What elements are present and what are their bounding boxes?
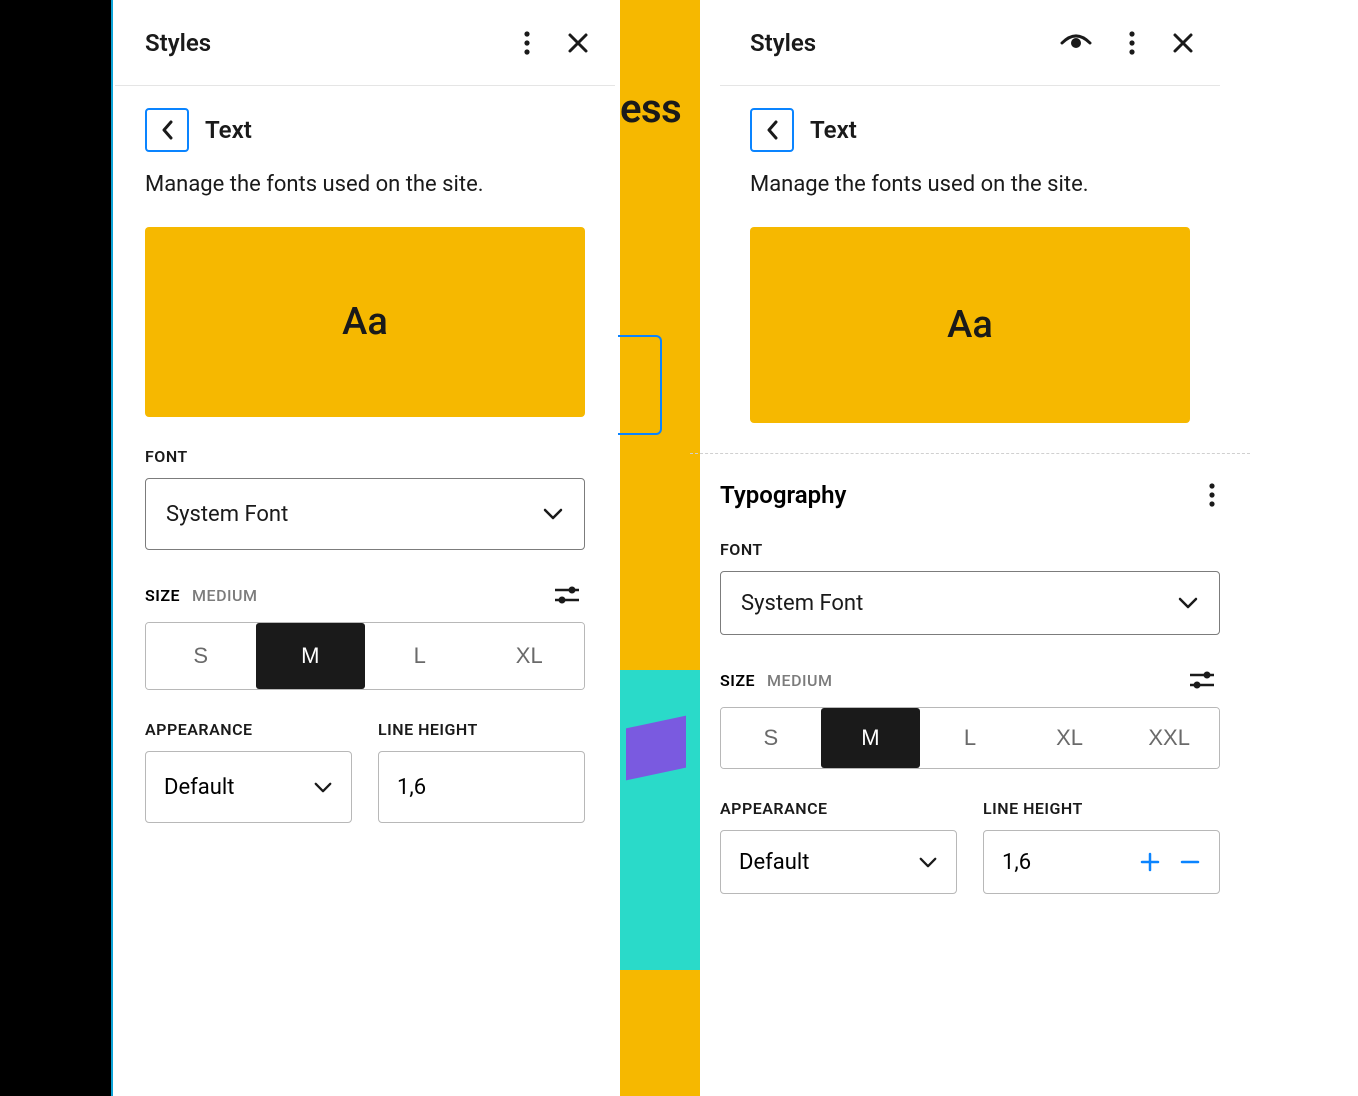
section-title: Text	[810, 116, 857, 144]
typography-heading: Typography	[720, 481, 846, 509]
lineheight-value: 1,6	[397, 775, 426, 800]
more-vertical-icon	[523, 30, 531, 56]
size-option-s[interactable]: S	[721, 708, 821, 768]
font-select[interactable]: System Font	[145, 478, 585, 550]
typography-preview: Aa	[145, 227, 585, 417]
lineheight-label: LINE HEIGHT	[378, 720, 585, 739]
font-select[interactable]: System Font	[720, 571, 1220, 635]
lineheight-decrease-button[interactable]	[1179, 851, 1201, 873]
appearance-label: APPEARANCE	[720, 799, 957, 818]
preview-sample-text: Aa	[342, 300, 388, 344]
more-vertical-icon	[1208, 482, 1216, 508]
close-button[interactable]	[1168, 28, 1198, 58]
size-option-xl[interactable]: XL	[475, 623, 585, 689]
panel-title: Styles	[145, 29, 211, 57]
appearance-label: APPEARANCE	[145, 720, 352, 739]
size-option-xl[interactable]: XL	[1020, 708, 1120, 768]
size-value: MEDIUM	[192, 586, 257, 605]
close-icon	[1172, 32, 1194, 54]
size-option-m[interactable]: M	[821, 708, 921, 768]
size-label: SIZE	[720, 671, 755, 690]
editor-black-sidebar	[0, 0, 113, 1096]
background-selection-outline	[618, 335, 662, 435]
font-selected-value: System Font	[741, 591, 863, 616]
eye-icon	[1060, 33, 1092, 53]
appearance-value: Default	[739, 850, 809, 875]
panel-title: Styles	[750, 29, 816, 57]
typography-more-button[interactable]	[1204, 478, 1220, 512]
size-option-m[interactable]: M	[256, 623, 366, 689]
size-label: SIZE	[145, 586, 180, 605]
more-vertical-icon	[1128, 30, 1136, 56]
close-icon	[567, 32, 589, 54]
chevron-left-icon	[160, 119, 174, 141]
chevron-down-icon	[542, 507, 564, 521]
back-button[interactable]	[145, 108, 189, 152]
lineheight-label: LINE HEIGHT	[983, 799, 1220, 818]
preview-sample-text: Aa	[947, 303, 993, 347]
section-description: Manage the fonts used on the site.	[145, 172, 585, 197]
lineheight-input[interactable]: 1,6	[378, 751, 585, 823]
minus-icon	[1179, 851, 1201, 873]
style-book-button[interactable]	[1056, 29, 1096, 57]
size-option-l[interactable]: L	[365, 623, 475, 689]
panel-header: Styles	[115, 0, 615, 86]
styles-panel-left: Styles Text Manage the fonts used on the…	[115, 0, 615, 1096]
sliders-icon	[1188, 669, 1216, 691]
font-label: FONT	[145, 447, 585, 466]
chevron-down-icon	[1177, 596, 1199, 610]
back-button[interactable]	[750, 108, 794, 152]
font-selected-value: System Font	[166, 502, 288, 527]
lineheight-value: 1,6	[1002, 850, 1031, 875]
appearance-value: Default	[164, 775, 234, 800]
more-menu-button[interactable]	[519, 26, 535, 60]
plus-icon	[1139, 851, 1161, 873]
background-partial-text: ess	[620, 85, 681, 132]
section-title: Text	[205, 116, 252, 144]
appearance-select[interactable]: Default	[145, 751, 352, 823]
section-description: Manage the fonts used on the site.	[750, 172, 1190, 197]
lineheight-input[interactable]: 1,6	[983, 830, 1220, 894]
size-segmented-control: SMLXL	[145, 622, 585, 690]
sliders-icon	[553, 584, 581, 606]
size-option-s[interactable]: S	[146, 623, 256, 689]
chevron-left-icon	[765, 119, 779, 141]
size-settings-button[interactable]	[549, 580, 585, 610]
size-settings-button[interactable]	[1184, 665, 1220, 695]
chevron-down-icon	[313, 781, 333, 794]
size-value: MEDIUM	[767, 671, 832, 690]
more-menu-button[interactable]	[1124, 26, 1140, 60]
panel-header: Styles	[720, 0, 1220, 86]
appearance-select[interactable]: Default	[720, 830, 957, 894]
lineheight-increase-button[interactable]	[1139, 851, 1161, 873]
size-segmented-control: SMLXLXXL	[720, 707, 1220, 769]
background-teal-block	[620, 670, 700, 970]
size-option-l[interactable]: L	[920, 708, 1020, 768]
typography-preview: Aa	[750, 227, 1190, 423]
font-label: FONT	[720, 540, 1220, 559]
close-button[interactable]	[563, 28, 593, 58]
styles-panel-right: Styles Text Manage the fonts us	[720, 0, 1220, 1096]
chevron-down-icon	[918, 856, 938, 869]
size-option-xxl[interactable]: XXL	[1119, 708, 1219, 768]
